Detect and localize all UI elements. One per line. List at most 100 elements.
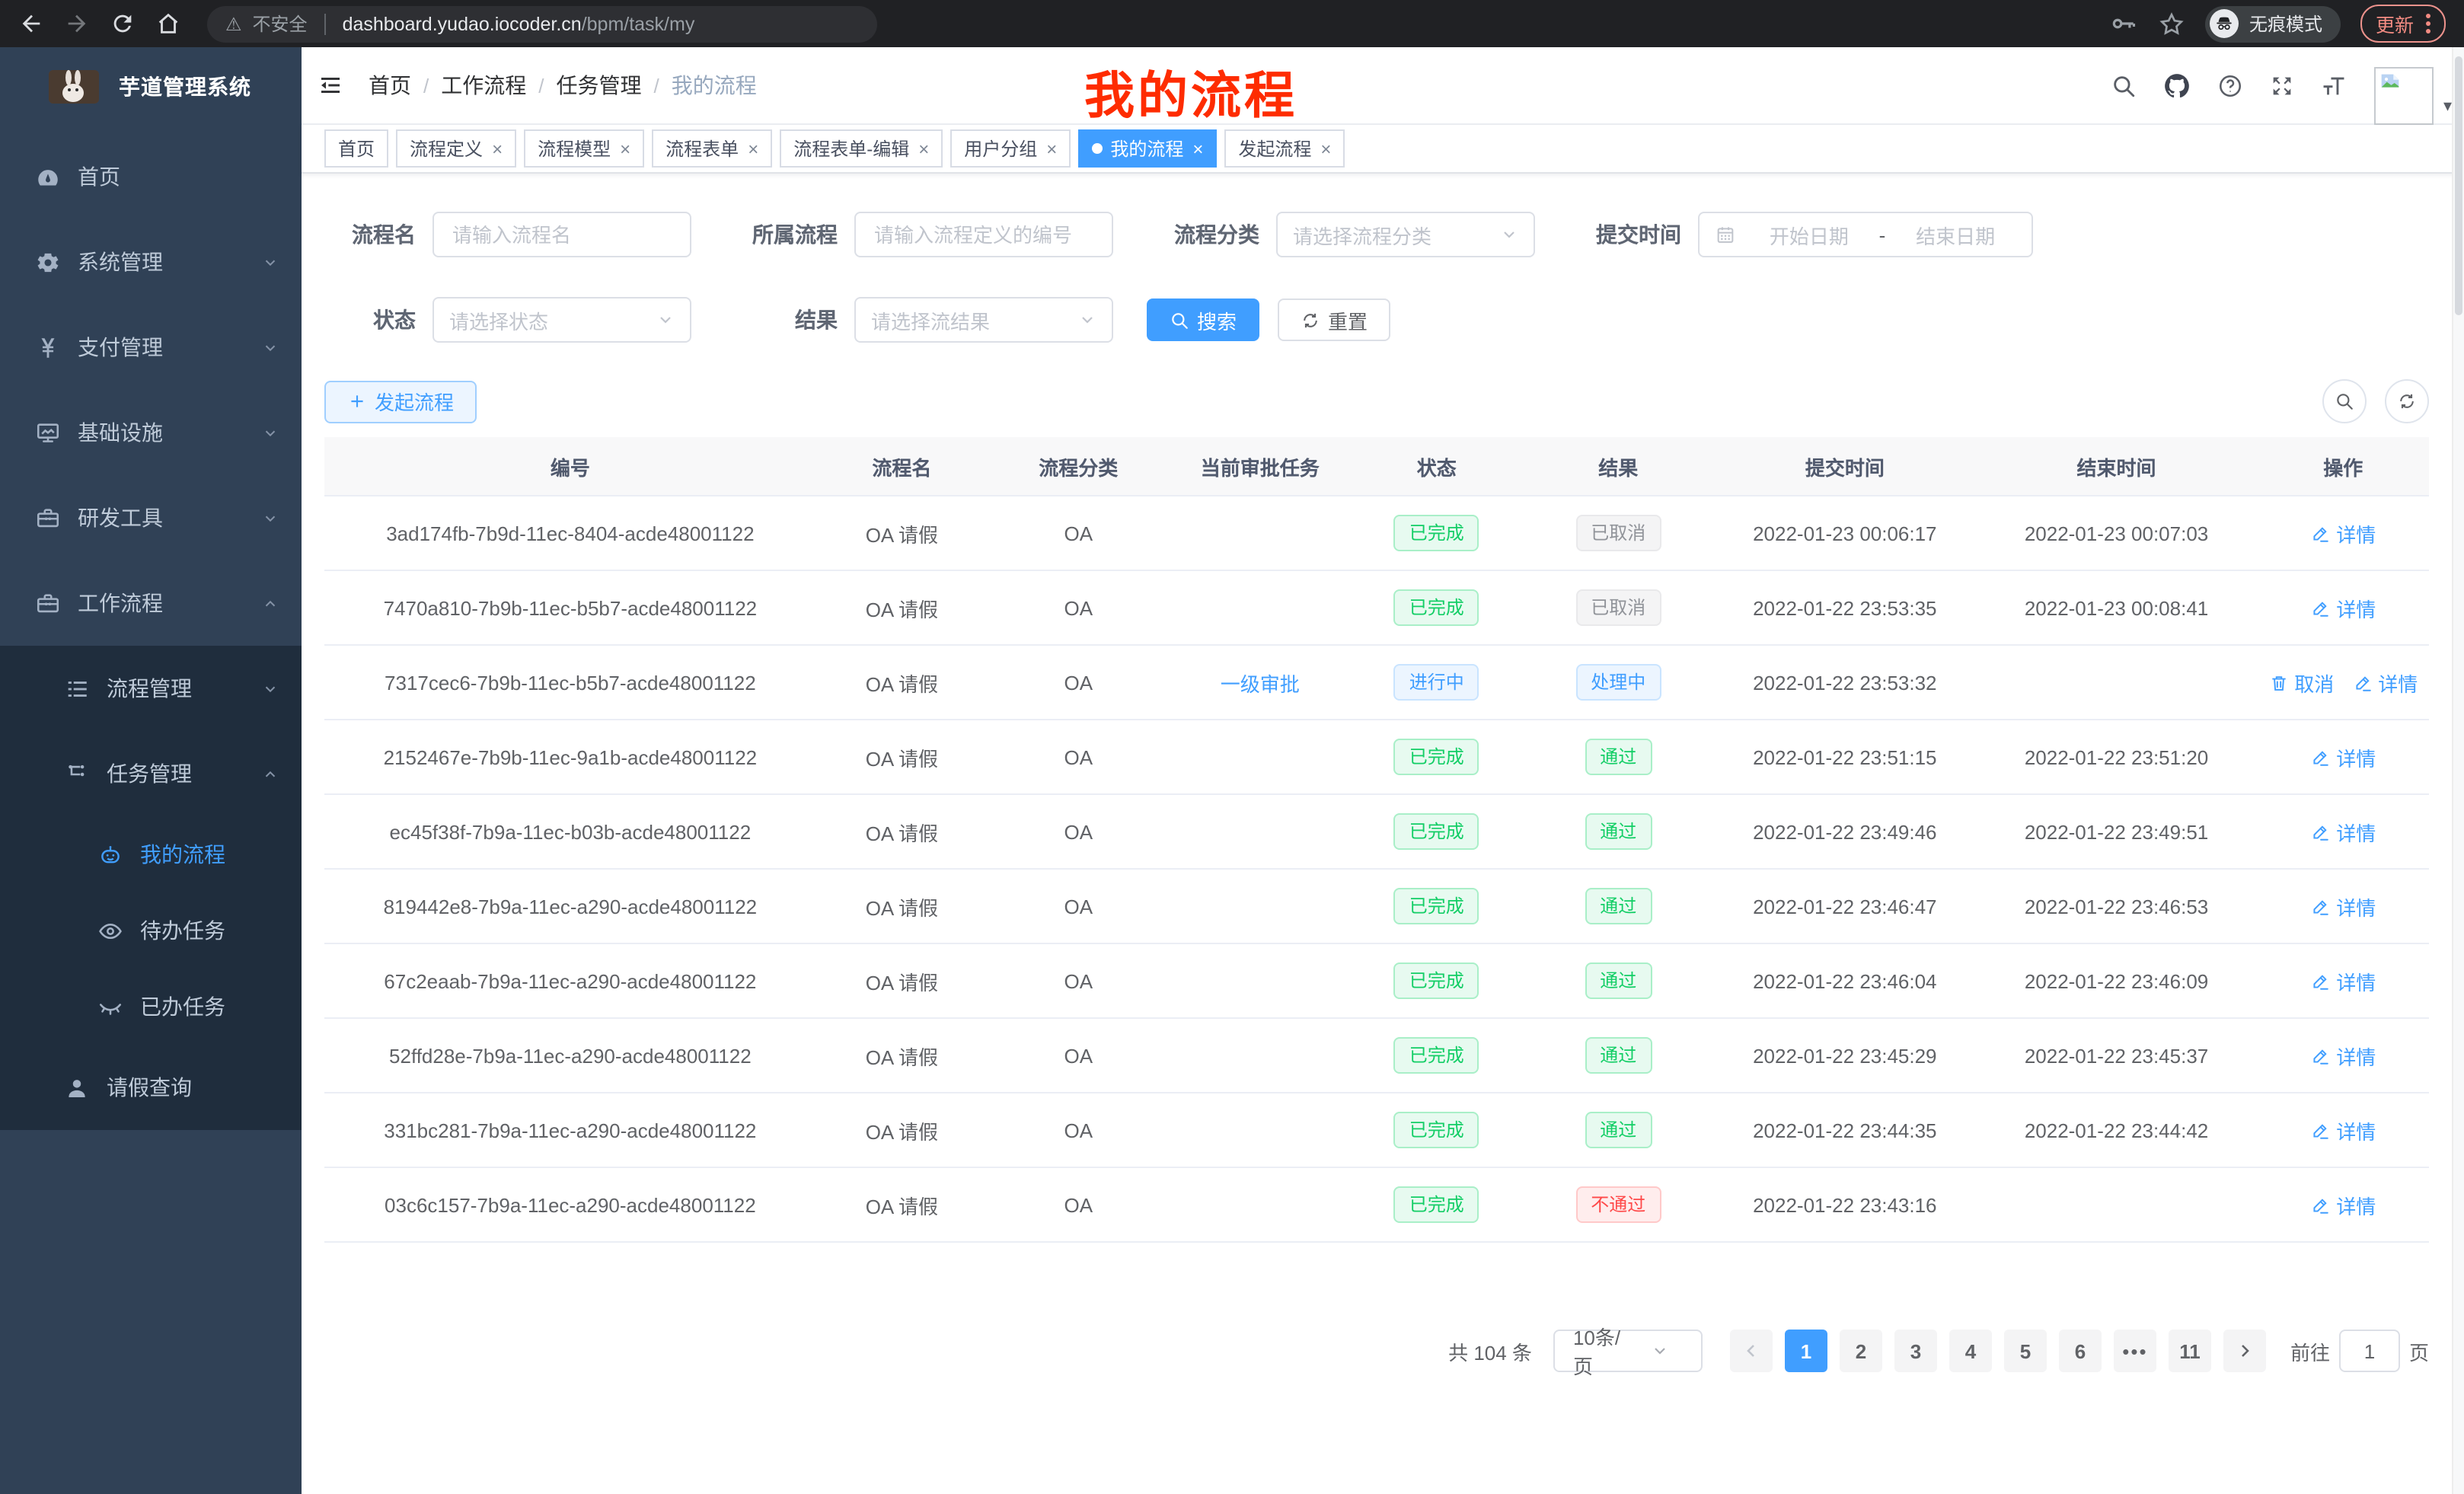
sidebar-item-流程管理[interactable]: 流程管理 (0, 646, 302, 731)
github-icon[interactable] (2162, 71, 2191, 100)
home-icon[interactable] (155, 11, 181, 37)
chevron-up-icon (262, 595, 279, 611)
detail-link[interactable]: 详情 (2310, 519, 2376, 547)
detail-link[interactable]: 详情 (2310, 593, 2376, 622)
close-icon[interactable]: × (1192, 139, 1203, 158)
breadcrumb-home[interactable]: 首页 (369, 70, 411, 101)
result-badge: 已取消 (1575, 589, 1661, 626)
search-icon[interactable] (2111, 72, 2137, 98)
app-logo[interactable]: 芋道管理系统 (0, 47, 302, 126)
page-button-1[interactable]: 1 (1785, 1330, 1827, 1372)
menu-dots-icon[interactable] (2426, 14, 2430, 34)
sidebar-item-首页[interactable]: 首页 (0, 134, 302, 219)
cell-id: 7470a810-7b9b-11ec-b5b7-acde48001122 (324, 570, 816, 645)
sidebar-item-已办任务[interactable]: 已办任务 (0, 969, 302, 1045)
help-icon[interactable] (2217, 72, 2243, 98)
sidebar-item-我的流程[interactable]: 我的流程 (0, 816, 302, 892)
more-pages-button[interactable]: ••• (2114, 1330, 2156, 1372)
process-name-input[interactable] (432, 212, 691, 257)
close-icon[interactable]: × (1320, 139, 1331, 158)
tab-流程模型[interactable]: 流程模型× (524, 129, 644, 168)
detail-link[interactable]: 详情 (2310, 892, 2376, 921)
action-links: 详情 (2310, 1116, 2376, 1144)
back-icon[interactable] (18, 11, 44, 37)
update-button[interactable]: 更新 (2360, 5, 2446, 43)
task-link[interactable]: 一级审批 (1221, 668, 1300, 697)
date-range-picker[interactable]: 开始日期 - 结束日期 (1698, 212, 2033, 257)
cancel-link[interactable]: 取消 (2268, 668, 2334, 697)
table-row: 331bc281-7b9a-11ec-a290-acde48001122OA 请… (324, 1093, 2429, 1167)
page-button-6[interactable]: 6 (2059, 1330, 2102, 1372)
tab-首页[interactable]: 首页 (324, 129, 388, 168)
detail-link[interactable]: 详情 (2310, 742, 2376, 771)
sidebar-item-工作流程[interactable]: 工作流程 (0, 560, 302, 646)
cell-actions: 详情 (2257, 1093, 2429, 1167)
fullscreen-icon[interactable] (2269, 72, 2295, 98)
hamburger-icon[interactable] (318, 73, 343, 97)
tab-用户分组[interactable]: 用户分组 × (950, 129, 1071, 168)
breadcrumb-task[interactable]: 任务管理 (557, 70, 642, 101)
detail-link[interactable]: 详情 (2310, 966, 2376, 995)
column-header-结束时间: 结束时间 (1976, 437, 2258, 496)
close-icon[interactable]: × (1046, 139, 1057, 158)
sidebar-item-系统管理[interactable]: 系统管理 (0, 219, 302, 305)
font-size-icon[interactable] (2321, 72, 2347, 98)
reload-icon[interactable] (110, 11, 136, 37)
category-select[interactable]: 请选择流程分类 (1276, 212, 1535, 257)
tab-流程表单[interactable]: 流程表单× (652, 129, 772, 168)
close-icon[interactable]: × (748, 139, 758, 158)
page-size-select[interactable]: 10条/页 (1553, 1330, 1703, 1372)
close-icon[interactable]: × (492, 139, 503, 158)
result-badge: 通过 (1585, 1112, 1652, 1148)
detail-link[interactable]: 详情 (2310, 817, 2376, 846)
tab-我的流程[interactable]: 我的流程× (1078, 129, 1217, 168)
incognito-icon (2210, 9, 2239, 38)
page-button-5[interactable]: 5 (2004, 1330, 2047, 1372)
tab-label: 用户分组 (964, 136, 1037, 161)
detail-link[interactable]: 详情 (2352, 668, 2418, 697)
key-icon[interactable] (2109, 9, 2138, 38)
sidebar-item-研发工具[interactable]: 研发工具 (0, 475, 302, 560)
search-icon (1170, 310, 1189, 330)
detail-link[interactable]: 详情 (2310, 1041, 2376, 1070)
process-def-input[interactable] (854, 212, 1113, 257)
page-button-3[interactable]: 3 (1894, 1330, 1937, 1372)
toggle-search-button[interactable] (2322, 379, 2367, 423)
address-bar[interactable]: ⚠ 不安全 dashboard.yudao.iocoder.cn/bpm/tas… (207, 5, 877, 42)
page-button-11[interactable]: 11 (2169, 1330, 2211, 1372)
tab-发起流程[interactable]: 发起流程× (1224, 129, 1345, 168)
detail-link[interactable]: 详情 (2310, 1116, 2376, 1144)
scrollbar-thumb[interactable] (2455, 56, 2462, 315)
page-button-2[interactable]: 2 (1840, 1330, 1882, 1372)
tab-流程定义[interactable]: 流程定义× (396, 129, 516, 168)
sidebar-item-待办任务[interactable]: 待办任务 (0, 892, 302, 969)
tab-流程表单-编辑[interactable]: 流程表单-编辑× (780, 129, 943, 168)
edit-icon (2352, 672, 2372, 692)
page-button-4[interactable]: 4 (1949, 1330, 1992, 1372)
star-icon[interactable] (2158, 10, 2185, 37)
sidebar-item-基础设施[interactable]: 基础设施 (0, 390, 302, 475)
goto-page-input[interactable] (2339, 1330, 2400, 1372)
close-icon[interactable]: × (918, 139, 929, 158)
close-icon[interactable]: × (620, 139, 630, 158)
sidebar: 芋道管理系统 首页系统管理支付管理基础设施研发工具工作流程流程管理任务管理我的流… (0, 47, 302, 1494)
start-process-button[interactable]: 发起流程 (324, 380, 477, 423)
cell-status: 已完成 (1351, 720, 1522, 794)
chevron-down-icon (1631, 1342, 1689, 1360)
forward-icon[interactable] (64, 11, 90, 37)
search-button[interactable]: 搜索 (1147, 298, 1259, 341)
breadcrumb-workflow[interactable]: 工作流程 (441, 70, 526, 101)
result-select[interactable]: 请选择流结果 (854, 297, 1113, 343)
detail-link[interactable]: 详情 (2310, 1190, 2376, 1219)
prev-page-button[interactable] (1730, 1330, 1773, 1372)
status-select[interactable]: 请选择状态 (432, 297, 691, 343)
refresh-table-button[interactable] (2385, 379, 2429, 423)
sidebar-item-支付管理[interactable]: 支付管理 (0, 305, 302, 390)
sidebar-item-任务管理[interactable]: 任务管理 (0, 731, 302, 816)
next-page-button[interactable] (2223, 1330, 2266, 1372)
sidebar-item-请假查询[interactable]: 请假查询 (0, 1045, 302, 1130)
avatar[interactable] (2375, 67, 2434, 125)
scrollbar[interactable] (2452, 47, 2464, 1494)
caret-down-icon[interactable]: ▾ (2443, 95, 2452, 115)
reset-button[interactable]: 重置 (1278, 298, 1390, 341)
